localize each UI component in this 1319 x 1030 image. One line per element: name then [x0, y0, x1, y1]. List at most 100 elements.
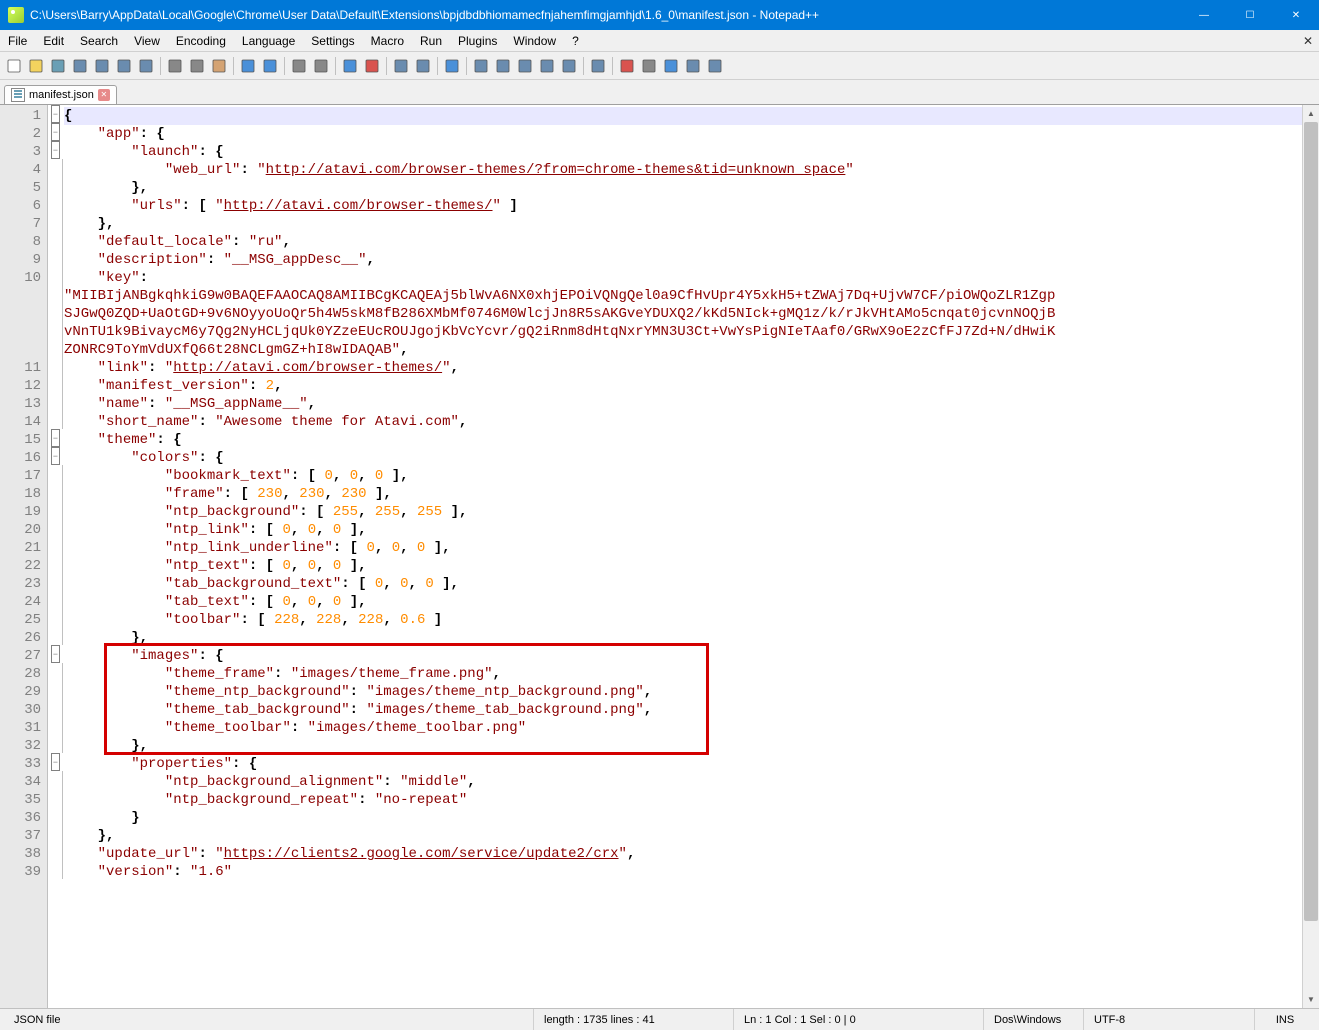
- fold-marker[interactable]: [48, 861, 62, 879]
- fold-marker[interactable]: [48, 267, 62, 285]
- copy-icon[interactable]: [187, 56, 207, 76]
- menu-run[interactable]: Run: [412, 30, 450, 51]
- fold-marker[interactable]: [48, 537, 62, 555]
- code-line[interactable]: SJGwQ0ZQD+UaOtGD+9v6NOyyoUoQr5h4W5skM8fB…: [64, 305, 1302, 323]
- code-line[interactable]: "short_name": "Awesome theme for Atavi.c…: [64, 413, 1302, 431]
- fold-marker[interactable]: [48, 519, 62, 537]
- fold-marker[interactable]: [48, 843, 62, 861]
- fold-marker[interactable]: [48, 249, 62, 267]
- code-line[interactable]: "update_url": "https://clients2.google.c…: [64, 845, 1302, 863]
- open-icon[interactable]: [26, 56, 46, 76]
- code-line[interactable]: "theme_frame": "images/theme_frame.png",: [64, 665, 1302, 683]
- code-line[interactable]: "theme_toolbar": "images/theme_toolbar.p…: [64, 719, 1302, 737]
- vertical-scrollbar[interactable]: ▲ ▼: [1302, 105, 1319, 1008]
- fold-marker[interactable]: [48, 393, 62, 411]
- fold-marker[interactable]: [48, 411, 62, 429]
- eol-icon[interactable]: [537, 56, 557, 76]
- status-encoding[interactable]: UTF-8: [1084, 1009, 1255, 1030]
- fold-marker[interactable]: [48, 609, 62, 627]
- code-line[interactable]: "launch": {: [64, 143, 1302, 161]
- indent-icon[interactable]: [493, 56, 513, 76]
- menu-window[interactable]: Window: [505, 30, 564, 51]
- paste-icon[interactable]: [209, 56, 229, 76]
- replace-icon[interactable]: [311, 56, 331, 76]
- code-area[interactable]: { "app": { "launch": { "web_url": "http:…: [62, 105, 1302, 1008]
- fold-marker[interactable]: [48, 681, 62, 699]
- sync-h-icon[interactable]: [413, 56, 433, 76]
- code-line[interactable]: "ntp_text": [ 0, 0, 0 ],: [64, 557, 1302, 575]
- code-line[interactable]: },: [64, 827, 1302, 845]
- tab-close-icon[interactable]: ✕: [98, 89, 110, 101]
- play-icon[interactable]: [661, 56, 681, 76]
- code-line[interactable]: "ntp_background_repeat": "no-repeat": [64, 791, 1302, 809]
- fold-marker[interactable]: [48, 357, 62, 375]
- stop-icon[interactable]: [639, 56, 659, 76]
- fold-marker[interactable]: [48, 771, 62, 789]
- code-line[interactable]: "name": "__MSG_appName__",: [64, 395, 1302, 413]
- status-eol[interactable]: Dos\Windows: [984, 1009, 1084, 1030]
- fold-marker[interactable]: [48, 177, 62, 195]
- fold-marker[interactable]: [48, 483, 62, 501]
- sync-v-icon[interactable]: [391, 56, 411, 76]
- fold-column[interactable]: −−−−−−−: [48, 105, 62, 1008]
- wrap-icon[interactable]: [442, 56, 462, 76]
- fold-marker[interactable]: −: [48, 105, 62, 123]
- fold-marker[interactable]: [48, 159, 62, 177]
- fold-marker[interactable]: −: [48, 753, 62, 771]
- code-line[interactable]: vNnTU1k9BivaycM6y7Qg2NyHCLjqUk0YZzeEUcRO…: [64, 323, 1302, 341]
- code-line[interactable]: "theme": {: [64, 431, 1302, 449]
- fold-marker[interactable]: −: [48, 429, 62, 447]
- zoom-out-icon[interactable]: [362, 56, 382, 76]
- code-line[interactable]: },: [64, 737, 1302, 755]
- fold-marker[interactable]: [48, 465, 62, 483]
- code-line[interactable]: "ntp_background_alignment": "middle",: [64, 773, 1302, 791]
- fold-marker[interactable]: [48, 213, 62, 231]
- menu-file[interactable]: File: [0, 30, 35, 51]
- fold-marker[interactable]: −: [48, 123, 62, 141]
- fold-marker[interactable]: [48, 321, 62, 339]
- fold-marker[interactable]: [48, 375, 62, 393]
- menu-plugins[interactable]: Plugins: [450, 30, 505, 51]
- code-line[interactable]: "bookmark_text": [ 0, 0, 0 ],: [64, 467, 1302, 485]
- play-multi-icon[interactable]: [683, 56, 703, 76]
- find-icon[interactable]: [289, 56, 309, 76]
- code-line[interactable]: "ntp_link": [ 0, 0, 0 ],: [64, 521, 1302, 539]
- folder-icon[interactable]: [588, 56, 608, 76]
- maximize-button[interactable]: ☐: [1227, 0, 1273, 30]
- fold-marker[interactable]: [48, 501, 62, 519]
- fold-marker[interactable]: [48, 285, 62, 303]
- menu-macro[interactable]: Macro: [363, 30, 412, 51]
- code-line[interactable]: "properties": {: [64, 755, 1302, 773]
- all-chars-icon[interactable]: [471, 56, 491, 76]
- code-line[interactable]: "frame": [ 230, 230, 230 ],: [64, 485, 1302, 503]
- code-line[interactable]: "key":: [64, 269, 1302, 287]
- doc-map-icon[interactable]: [559, 56, 579, 76]
- menu-language[interactable]: Language: [234, 30, 303, 51]
- fold-marker[interactable]: [48, 195, 62, 213]
- redo-icon[interactable]: [260, 56, 280, 76]
- fold-marker[interactable]: [48, 555, 62, 573]
- record-icon[interactable]: [617, 56, 637, 76]
- code-line[interactable]: "theme_ntp_background": "images/theme_nt…: [64, 683, 1302, 701]
- save-icon[interactable]: [48, 56, 68, 76]
- undo-icon[interactable]: [238, 56, 258, 76]
- menu-view[interactable]: View: [126, 30, 168, 51]
- macro-list-icon[interactable]: [705, 56, 725, 76]
- print-icon[interactable]: [136, 56, 156, 76]
- status-insert-mode[interactable]: INS: [1255, 1009, 1315, 1030]
- menu-settings[interactable]: Settings: [303, 30, 362, 51]
- close-all-icon[interactable]: [114, 56, 134, 76]
- fold-marker[interactable]: −: [48, 645, 62, 663]
- code-line[interactable]: "tab_text": [ 0, 0, 0 ],: [64, 593, 1302, 611]
- fold-marker[interactable]: [48, 735, 62, 753]
- scroll-thumb[interactable]: [1304, 122, 1318, 921]
- close-button[interactable]: ✕: [1273, 0, 1319, 30]
- code-line[interactable]: "version": "1.6": [64, 863, 1302, 881]
- menu-edit[interactable]: Edit: [35, 30, 72, 51]
- fold-marker[interactable]: [48, 573, 62, 591]
- code-line[interactable]: "description": "__MSG_appDesc__",: [64, 251, 1302, 269]
- fold-marker[interactable]: [48, 591, 62, 609]
- scroll-up-icon[interactable]: ▲: [1303, 105, 1319, 122]
- scroll-down-icon[interactable]: ▼: [1303, 991, 1319, 1008]
- menubar-close-icon[interactable]: ✕: [1297, 30, 1319, 51]
